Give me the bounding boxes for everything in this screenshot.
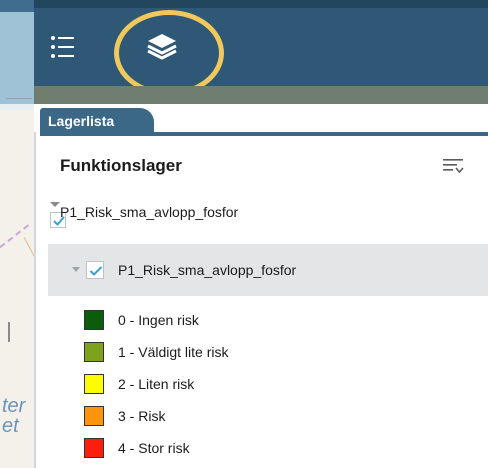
legend-item: 4 - Stor risk — [84, 432, 464, 464]
filter-icon — [443, 159, 464, 174]
legend-label: 0 - Ingen risk — [118, 312, 199, 328]
layer-panel: Lagerlista Funktionslager P1_Risk_sma_av… — [34, 104, 488, 468]
panel-divider — [34, 86, 488, 104]
sublayer-visibility-checkbox[interactable] — [86, 261, 104, 279]
list-icon — [51, 36, 74, 58]
map-top-bar — [0, 0, 34, 12]
highlight-circle — [114, 10, 224, 96]
app-window: ter et Lagerlista Funktionslager P1_Risk… — [0, 0, 488, 468]
panel-left-edge — [34, 104, 36, 468]
legend-item: 1 - Väldigt lite risk — [84, 336, 464, 368]
legend: 0 - Ingen risk 1 - Väldigt lite risk 2 -… — [84, 304, 464, 464]
collapse-caret-icon[interactable] — [50, 202, 60, 207]
legend-swatch — [84, 406, 104, 426]
filter-icon[interactable] — [440, 153, 466, 179]
toolbar — [34, 0, 488, 96]
layer-list-button[interactable] — [48, 32, 78, 62]
legend-item: 2 - Liten risk — [84, 368, 464, 400]
map-place-label-line: ter — [2, 395, 26, 417]
legend-item: 0 - Ingen risk — [84, 304, 464, 336]
legend-label: 4 - Stor risk — [118, 440, 190, 456]
toolbar-top-edge — [34, 0, 488, 8]
sublayer-row[interactable]: P1_Risk_sma_avlopp_fosfor — [48, 244, 488, 296]
legend-swatch — [84, 310, 104, 330]
layer-group-row[interactable]: P1_Risk_sma_avlopp_fosfor — [48, 198, 478, 238]
legend-swatch — [84, 342, 104, 362]
map-place-label-line: et — [2, 415, 19, 437]
legend-swatch — [84, 438, 104, 458]
tab-bar: Lagerlista — [34, 104, 488, 136]
map-marker — [8, 322, 10, 342]
tab-lagerlista[interactable]: Lagerlista — [40, 108, 154, 134]
legend-item: 3 - Risk — [84, 400, 464, 432]
sublayer-label: P1_Risk_sma_avlopp_fosfor — [118, 262, 297, 278]
collapse-caret-icon[interactable] — [72, 267, 80, 272]
map-view[interactable]: ter et — [0, 0, 34, 468]
panel-title: Funktionslager — [60, 156, 182, 175]
group-layer-label: P1_Risk_sma_avlopp_fosfor — [60, 204, 239, 220]
legend-label: 2 - Liten risk — [118, 376, 195, 392]
checkmark-icon — [89, 266, 103, 276]
legend-label: 3 - Risk — [118, 408, 166, 424]
map-water-area — [0, 12, 34, 104]
legend-swatch — [84, 374, 104, 394]
tab-underline — [40, 132, 488, 136]
legend-label: 1 - Väldigt lite risk — [118, 344, 229, 360]
map-place-label: ter et — [2, 396, 34, 436]
map-border-line — [6, 98, 32, 110]
